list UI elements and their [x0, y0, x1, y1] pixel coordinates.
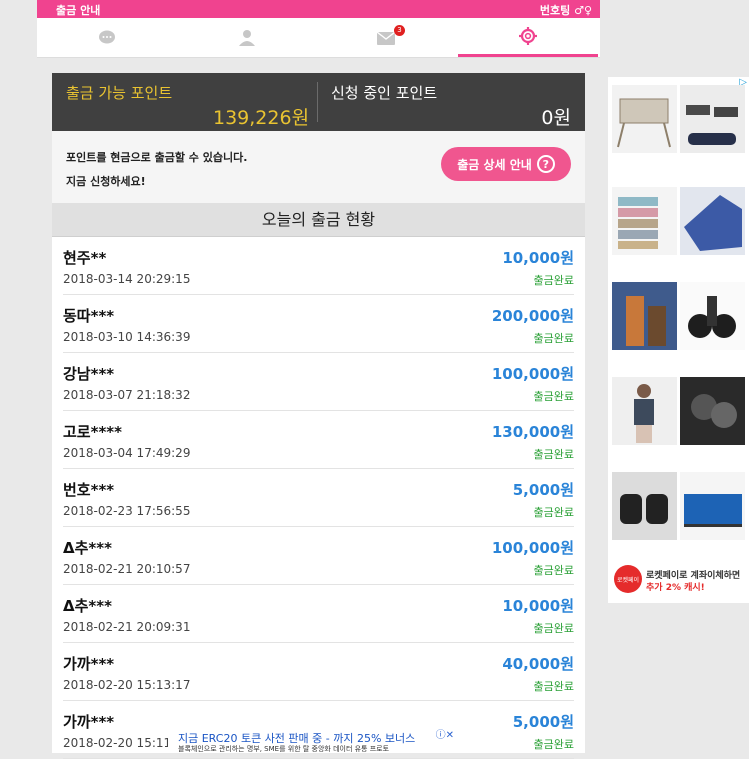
rocketpay-logo: 로켓페이 — [614, 565, 642, 593]
info-line2: 지금 신청하세요! — [66, 175, 146, 188]
withdraw-amount: 5,000원 — [512, 713, 574, 731]
ad-product-image[interactable] — [612, 472, 677, 540]
list-item: 고로**** 2018-03-04 17:49:29 130,000원 출금완료 — [63, 411, 574, 469]
withdraw-name: Δ추*** — [63, 597, 112, 615]
withdraw-date: 2018-03-14 20:29:15 — [63, 272, 191, 286]
withdraw-status: 출금완료 — [533, 738, 574, 751]
mail-icon — [377, 31, 395, 45]
pending-points-label: 신청 중인 포인트 — [331, 84, 438, 102]
withdraw-date: 2018-02-20 15:13:17 — [63, 678, 191, 692]
ad-product-image[interactable] — [612, 377, 677, 445]
withdraw-name: 가까*** — [63, 655, 115, 673]
person-icon — [239, 29, 255, 46]
withdraw-date: 2018-03-04 17:49:29 — [63, 446, 191, 460]
withdraw-name: 번호*** — [63, 481, 115, 499]
today-withdrawals-heading: 오늘의 출금 현황 — [52, 204, 585, 237]
withdraw-name: 동따*** — [63, 307, 115, 325]
pending-points-value: 0원 — [541, 107, 571, 129]
ad-product-image[interactable] — [612, 282, 677, 350]
list-item: 강남*** 2018-03-07 21:18:32 100,000원 출금완료 — [63, 353, 574, 411]
tab-messages[interactable]: 3 — [317, 18, 457, 57]
gear-icon — [519, 27, 537, 45]
list-item: 동따*** 2018-03-10 14:36:39 200,000원 출금완료 — [63, 295, 574, 353]
ad-product-image[interactable] — [680, 282, 745, 350]
withdraw-amount: 10,000원 — [502, 597, 574, 615]
withdraw-amount: 5,000원 — [512, 481, 574, 499]
withdraw-name: 고로**** — [63, 423, 122, 441]
withdraw-date: 2018-02-20 15:11: — [63, 736, 176, 750]
list-item: 번호*** 2018-02-23 17:56:55 5,000원 출금완료 — [63, 469, 574, 527]
withdraw-date: 2018-02-21 20:09:31 — [63, 620, 191, 634]
ad-product-image[interactable] — [680, 472, 745, 540]
withdraw-amount: 200,000원 — [491, 307, 574, 325]
points-summary: 출금 가능 포인트 139,226원 신청 중인 포인트 0원 — [52, 73, 585, 131]
withdraw-detail-label: 출금 상세 안내 — [457, 157, 532, 172]
withdraw-amount: 10,000원 — [502, 249, 574, 267]
info-line1: 포인트를 현금으로 출금할 수 있습니다. — [66, 151, 248, 164]
withdraw-amount: 100,000원 — [491, 365, 574, 383]
list-item: 가까*** 2018-02-20 15:13:17 40,000원 출금완료 — [63, 643, 574, 701]
available-points-value: 139,226원 — [213, 107, 310, 129]
question-icon: ? — [536, 155, 555, 173]
withdraw-status: 출금완료 — [533, 622, 574, 635]
ad-product-image[interactable] — [680, 187, 745, 255]
promo-line2: 추가 2% 캐시! — [646, 583, 705, 593]
withdraw-amount: 100,000원 — [491, 539, 574, 557]
ad-close-icon[interactable]: ⓘ✕ — [436, 726, 454, 741]
ad-product-image[interactable] — [612, 187, 677, 255]
tab-chat[interactable] — [37, 18, 177, 57]
points-divider — [317, 82, 318, 122]
withdraw-status: 출금완료 — [533, 506, 574, 519]
list-item: 현주** 2018-03-14 20:29:15 10,000원 출금완료 — [63, 237, 574, 295]
withdraw-status: 출금완료 — [533, 390, 574, 403]
withdrawal-list: 현주** 2018-03-14 20:29:15 10,000원 출금완료 동따… — [52, 237, 585, 759]
withdraw-panel: 출금 가능 포인트 139,226원 신청 중인 포인트 0원 포인트를 현금으… — [52, 73, 585, 759]
chat-icon — [99, 30, 115, 43]
withdraw-date: 2018-02-23 17:56:55 — [63, 504, 191, 518]
info-box: 포인트를 현금으로 출금할 수 있습니다. 지금 신청하세요! 출금 상세 안내… — [52, 131, 585, 204]
withdraw-status: 출금완료 — [533, 564, 574, 577]
ad-product-image[interactable] — [612, 85, 677, 153]
list-item: Δ추*** 2018-02-21 20:09:31 10,000원 출금완료 — [63, 585, 574, 643]
withdraw-amount: 130,000원 — [491, 423, 574, 441]
rocketpay-promo[interactable]: 로켓페이 로켓페이로 계좌이체하면 추가 2% 캐시! — [608, 557, 749, 603]
withdraw-detail-button[interactable]: 출금 상세 안내 ? — [441, 147, 571, 181]
withdraw-status: 출금완료 — [533, 274, 574, 287]
available-points-label: 출금 가능 포인트 — [66, 84, 173, 102]
withdraw-date: 2018-02-21 20:10:57 — [63, 562, 191, 576]
notification-badge: 3 — [394, 25, 405, 36]
tab-bar: 3 — [37, 18, 600, 58]
header-right-label: 번호팅 ♂♀ — [539, 4, 592, 17]
side-ad-panel[interactable]: ▷ 로켓페이 로켓페이로 계좌이체하면 추가 2% 캐시! — [608, 77, 749, 603]
list-item: Δ추*** 2018-02-21 20:10:57 100,000원 출금완료 — [63, 527, 574, 585]
ad-product-image[interactable] — [680, 377, 745, 445]
withdraw-status: 출금완료 — [533, 448, 574, 461]
tab-settings[interactable] — [458, 18, 598, 57]
withdraw-date: 2018-03-07 21:18:32 — [63, 388, 191, 402]
withdraw-amount: 40,000원 — [502, 655, 574, 673]
tab-profile[interactable] — [177, 18, 317, 57]
withdraw-name: 강남*** — [63, 365, 115, 383]
bottom-ad-banner[interactable]: 지금 ERC20 토큰 사전 판매 중 - 까지 25% 보너스 블록체인으로 … — [168, 726, 456, 753]
withdraw-name: Δ추*** — [63, 539, 112, 557]
ad-product-image[interactable] — [680, 85, 745, 153]
withdraw-status: 출금완료 — [533, 680, 574, 693]
page-title: 출금 안내 — [56, 4, 101, 17]
withdraw-status: 출금완료 — [533, 332, 574, 345]
top-bar: 출금 안내 번호팅 ♂♀ — [37, 0, 600, 18]
withdraw-date: 2018-03-10 14:36:39 — [63, 330, 191, 344]
withdraw-name: 현주** — [63, 249, 107, 267]
withdraw-name: 가까*** — [63, 713, 115, 731]
